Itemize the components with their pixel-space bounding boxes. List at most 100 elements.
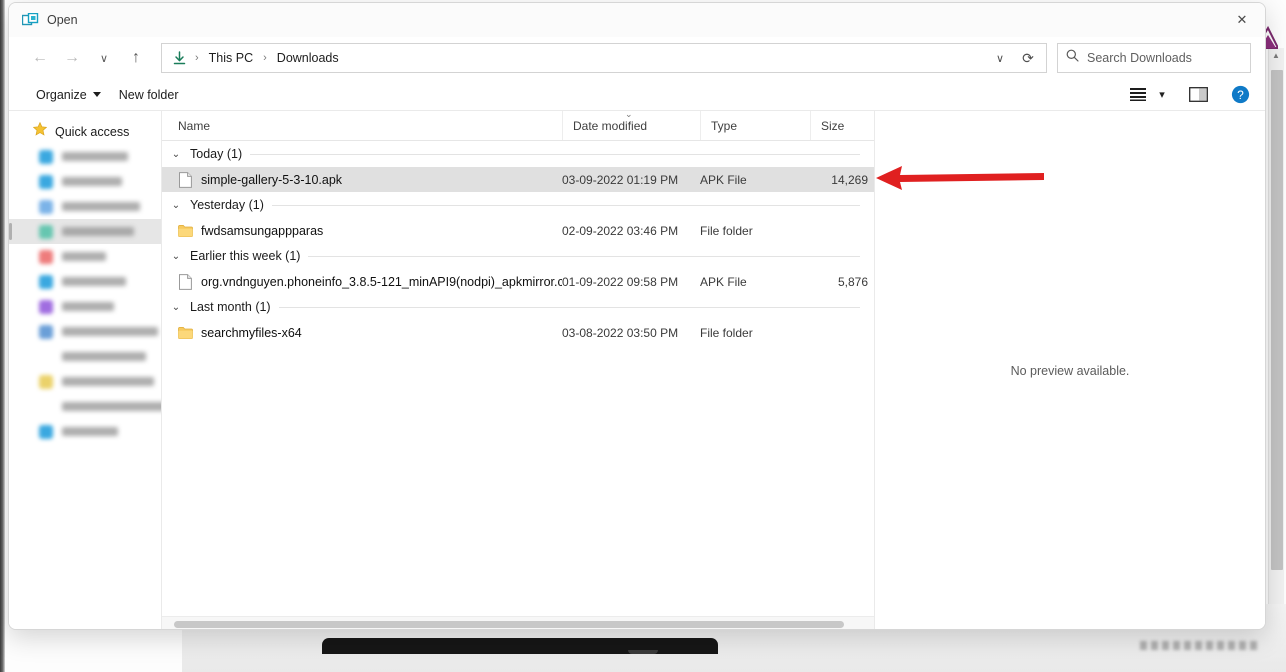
date-modified-cell: 03-08-2022 03:50 PM bbox=[562, 325, 679, 340]
table-row[interactable]: simple-gallery-5-3-10.apk 03-09-2022 01:1… bbox=[162, 167, 874, 192]
search-placeholder: Search Downloads bbox=[1087, 51, 1192, 65]
recent-locations-button[interactable]: ∨ bbox=[89, 43, 119, 73]
file-name-cell: simple-gallery-5-3-10.apk bbox=[162, 171, 562, 188]
group-header-label: Today (1) bbox=[190, 147, 243, 161]
size-cell: 14,269 bbox=[831, 172, 868, 187]
group-header[interactable]: ⌄ Last month (1) bbox=[162, 294, 874, 320]
view-list-icon[interactable] bbox=[1123, 82, 1153, 108]
sidebar-item-icon bbox=[39, 174, 53, 189]
group-header-label: Yesterday (1) bbox=[190, 198, 264, 212]
column-header-type[interactable]: Type bbox=[700, 111, 810, 140]
group-header[interactable]: ⌄ Earlier this week (1) bbox=[162, 243, 874, 269]
date-modified-cell: 03-09-2022 01:19 PM bbox=[562, 172, 679, 187]
address-bar[interactable]: › This PC › Downloads ∨ ⟳ bbox=[161, 43, 1047, 73]
sidebar-item-9[interactable] bbox=[9, 344, 161, 369]
chevron-down-icon bbox=[92, 92, 101, 97]
sidebar-item-6[interactable] bbox=[9, 269, 161, 294]
dialog-body: Quick access Name Date modified ⌄ Type Size … bbox=[9, 110, 1265, 629]
sidebar-item-icon bbox=[39, 400, 53, 414]
refresh-icon[interactable]: ⟳ bbox=[1014, 45, 1042, 71]
breadcrumb-separator-0: › bbox=[195, 52, 199, 64]
table-row[interactable]: org.vndnguyen.phoneinfo_3.8.5-121_minAPI… bbox=[162, 269, 874, 294]
breadcrumb-separator-1: › bbox=[263, 52, 267, 64]
sidebar-item-2[interactable] bbox=[9, 169, 161, 194]
size-cell: 5,876 bbox=[837, 274, 868, 289]
group-divider bbox=[278, 306, 860, 308]
search-input[interactable]: Search Downloads bbox=[1057, 43, 1251, 73]
sidebar-item-3[interactable] bbox=[9, 194, 161, 219]
group-divider bbox=[250, 153, 860, 155]
sidebar-item-1[interactable] bbox=[9, 144, 161, 169]
file-name-text: searchmyfiles-x64 bbox=[201, 325, 302, 340]
breadcrumb-downloads[interactable]: Downloads bbox=[274, 48, 342, 68]
group-header[interactable]: ⌄ Today (1) bbox=[162, 141, 874, 167]
chevron-down-icon[interactable]: ⌄ bbox=[170, 302, 182, 313]
sidebar-item-11[interactable] bbox=[9, 394, 161, 419]
table-row[interactable]: fwdsamsungappparas 02-09-2022 03:46 PM Fil… bbox=[162, 218, 874, 243]
dialog-titlebar: Open ✕ bbox=[9, 3, 1265, 37]
help-icon[interactable]: ? bbox=[1225, 82, 1255, 108]
sidebar-item-8[interactable] bbox=[9, 319, 161, 344]
sidebar-item-4[interactable] bbox=[9, 219, 161, 244]
table-row[interactable]: searchmyfiles-x64 03-08-2022 03:50 PM File… bbox=[162, 320, 874, 345]
column-headers: Name Date modified ⌄ Type Size bbox=[162, 110, 874, 141]
group-header[interactable]: ⌄ Yesterday (1) bbox=[162, 192, 874, 218]
breadcrumb-this-pc[interactable]: This PC bbox=[206, 48, 256, 68]
horizontal-scrollbar-thumb[interactable] bbox=[174, 620, 844, 628]
scroll-up-arrow-icon[interactable]: ▲ bbox=[1272, 52, 1280, 60]
type-cell: APK File bbox=[700, 172, 747, 187]
up-button[interactable]: ↑ bbox=[121, 43, 151, 73]
back-button[interactable]: ← bbox=[25, 43, 55, 73]
preview-pane: No preview available. bbox=[875, 111, 1265, 629]
file-name-text: simple-gallery-5-3-10.apk bbox=[201, 172, 343, 187]
chevron-down-icon[interactable]: ⌄ bbox=[170, 200, 182, 211]
file-name-cell: searchmyfiles-x64 bbox=[162, 325, 562, 341]
preview-pane-icon[interactable] bbox=[1183, 82, 1213, 108]
forward-button[interactable]: → bbox=[57, 43, 87, 73]
chevron-down-icon[interactable]: ⌄ bbox=[170, 149, 182, 160]
group-divider bbox=[308, 255, 860, 257]
sidebar-item-10[interactable] bbox=[9, 369, 161, 394]
type-cell: APK File bbox=[700, 274, 747, 289]
type-cell: File folder bbox=[700, 223, 753, 238]
sidebar-item-icon bbox=[39, 374, 53, 389]
type-cell: File folder bbox=[700, 325, 753, 340]
group-header-label: Earlier this week (1) bbox=[190, 249, 301, 263]
sidebar-item-label bbox=[62, 302, 114, 311]
sidebar-item-icon bbox=[39, 299, 53, 314]
background-left-edge bbox=[0, 0, 5, 672]
background-scrollbar[interactable]: ▲ bbox=[1268, 48, 1284, 608]
navigation-bar: ← → ∨ ↑ › This PC › Downloads ∨ ⟳ Search… bbox=[9, 37, 1265, 79]
sidebar-item-label bbox=[62, 377, 154, 386]
column-header-size[interactable]: Size bbox=[810, 111, 868, 140]
sidebar-item-icon bbox=[39, 350, 53, 364]
sidebar-item-label bbox=[62, 352, 146, 361]
column-header-label: Type bbox=[711, 119, 738, 133]
chevron-down-icon[interactable]: ∨ bbox=[986, 45, 1014, 71]
column-header-name[interactable]: Name bbox=[162, 111, 562, 140]
scrollbar-thumb[interactable] bbox=[1271, 70, 1283, 570]
organize-button[interactable]: Organize bbox=[27, 83, 110, 107]
file-rows: ⌄ Today (1) simple-gallery-5-3-10.apk 03-09… bbox=[162, 141, 874, 616]
date-modified-cell: 02-09-2022 03:46 PM bbox=[562, 223, 679, 238]
chevron-down-icon[interactable]: ⌄ bbox=[170, 251, 182, 262]
sidebar-item-quick-access[interactable]: Quick access bbox=[9, 119, 161, 144]
apk-file-icon bbox=[178, 171, 193, 188]
file-name-cell: org.vndnguyen.phoneinfo_3.8.5-121_minAPI… bbox=[162, 273, 562, 290]
folder-icon bbox=[178, 223, 193, 239]
horizontal-scrollbar[interactable] bbox=[162, 616, 874, 629]
sidebar-item-12[interactable] bbox=[9, 419, 161, 444]
view-options-chevron-icon[interactable]: ▾ bbox=[1153, 82, 1171, 108]
column-header-date-modified[interactable]: Date modified ⌄ bbox=[562, 110, 700, 140]
folder-icon bbox=[178, 325, 193, 341]
sidebar-item-label bbox=[62, 202, 140, 211]
file-name-text: fwdsamsungappparas bbox=[201, 223, 324, 238]
new-folder-button[interactable]: New folder bbox=[110, 83, 188, 107]
file-name-cell: fwdsamsungappparas bbox=[162, 223, 562, 239]
sidebar-item-label bbox=[62, 152, 128, 161]
sidebar-item-5[interactable] bbox=[9, 244, 161, 269]
close-icon[interactable]: ✕ bbox=[1219, 3, 1265, 37]
background-blurred-text bbox=[1140, 641, 1260, 650]
sidebar-item-label bbox=[62, 177, 122, 186]
sidebar-item-7[interactable] bbox=[9, 294, 161, 319]
